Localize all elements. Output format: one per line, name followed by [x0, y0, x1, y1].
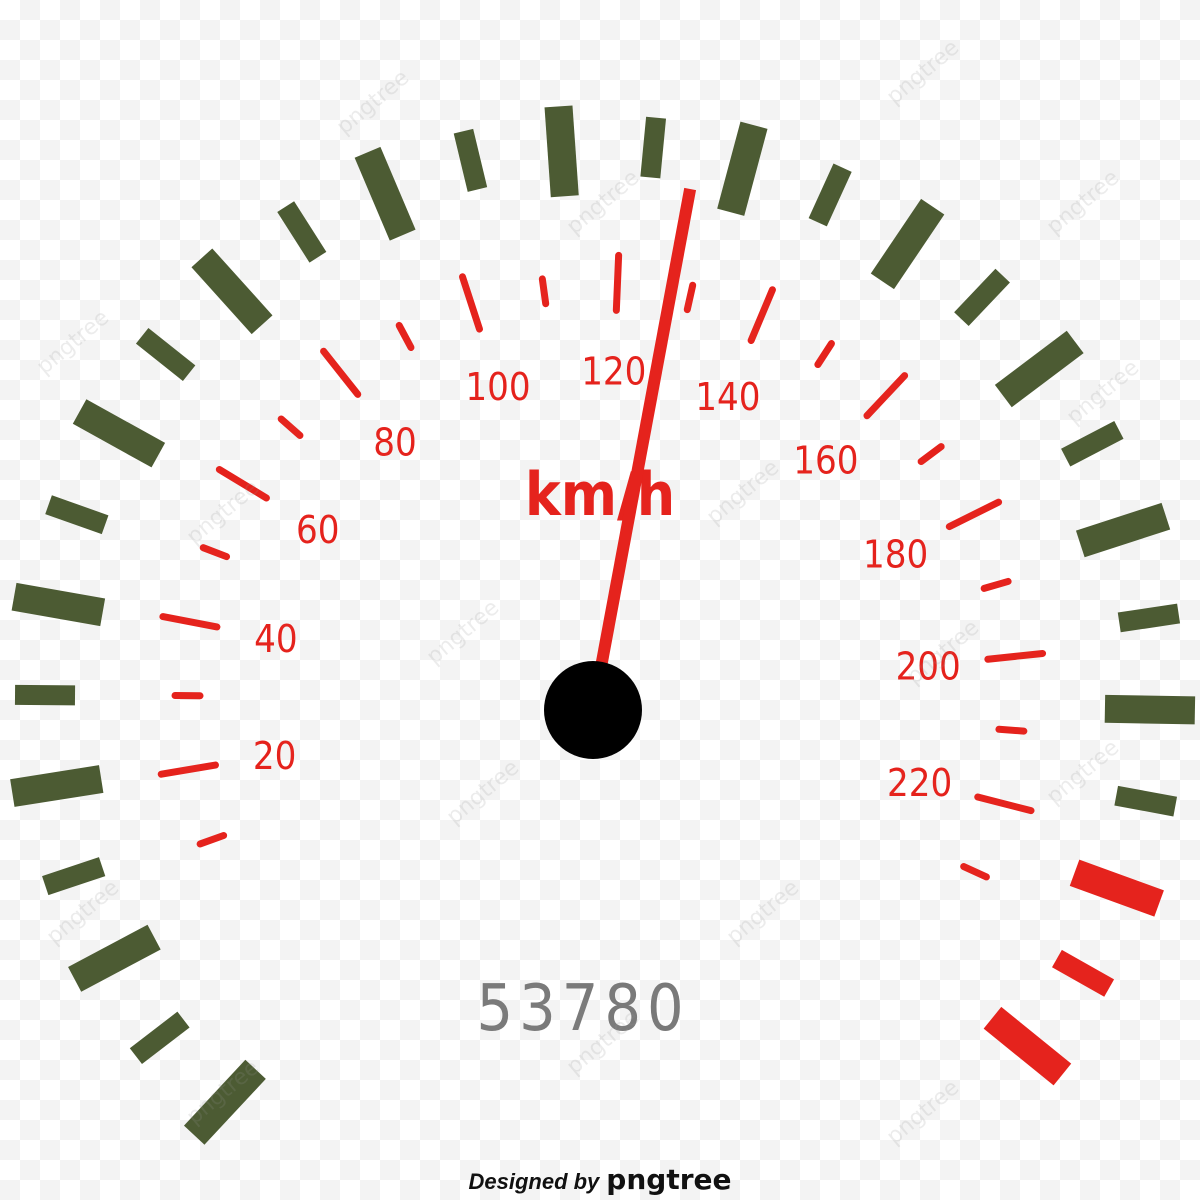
speed-label: 100 [465, 365, 530, 409]
scale-minor-tick [995, 725, 1028, 735]
designer-credit: Designed by pngtree [0, 1163, 1200, 1196]
scale-minor-tick [395, 321, 415, 351]
outer-tick [640, 116, 667, 179]
scale-minor-tick [980, 577, 1012, 592]
outer-tick [994, 330, 1084, 408]
scale-major-tick [747, 286, 776, 344]
outer-tick [1114, 785, 1178, 817]
scale-major-tick [320, 347, 362, 398]
outer-tick [45, 495, 109, 535]
outer-tick [14, 684, 76, 706]
scale-minor-tick [683, 281, 697, 314]
outer-tick [808, 163, 852, 227]
speed-label: 220 [887, 761, 952, 805]
scale-major-tick [984, 649, 1047, 663]
outer-tick [42, 857, 106, 896]
outer-tick [453, 128, 488, 192]
speed-label: 140 [695, 375, 760, 419]
outer-tick [68, 924, 161, 992]
outer-tick [11, 582, 106, 627]
odometer-readout: 53780 [476, 972, 689, 1046]
speed-label: 80 [373, 420, 417, 464]
outer-tick [277, 201, 327, 263]
outer-tick [10, 765, 104, 807]
scale-major-tick [458, 273, 483, 333]
outer-tick [129, 1011, 190, 1065]
scale-minor-tick [917, 443, 945, 466]
redline-tick [1052, 949, 1115, 997]
speed-label: 120 [581, 349, 646, 393]
outer-tick [870, 198, 945, 290]
speed-label: 40 [254, 617, 298, 661]
needle-hub [544, 661, 642, 759]
scale-minor-tick [196, 831, 228, 848]
outer-tick [72, 399, 166, 468]
scale-minor-tick [538, 275, 550, 308]
scale-major-tick [945, 498, 1003, 531]
unit-label: km/h [525, 460, 675, 530]
scale-major-tick [612, 251, 623, 314]
outer-tick [354, 146, 416, 241]
speed-label: 60 [296, 508, 340, 552]
speedometer-gauge: 20406080100 120140160180200220 km/h 53780 [10, 105, 1196, 1145]
scale-major-tick [974, 793, 1035, 815]
outer-tick [1075, 502, 1171, 558]
outer-tick [1061, 421, 1124, 467]
outer-tick [135, 328, 196, 382]
speed-label: 160 [793, 438, 858, 482]
scale-major-tick [157, 761, 219, 778]
scale-minor-tick [814, 340, 835, 369]
credit-prefix: Designed by [468, 1169, 600, 1194]
outer-tick [717, 121, 768, 216]
outer-tick [1104, 694, 1196, 725]
speed-needle [587, 187, 697, 712]
scale-minor-tick [277, 415, 304, 439]
speed-label: 180 [863, 532, 928, 576]
scale-major-tick [159, 613, 221, 631]
scale-minor-tick [199, 544, 231, 561]
redline-tick [983, 1006, 1072, 1086]
outer-tick [191, 248, 273, 335]
speed-label: 20 [253, 734, 297, 778]
outer-tick [544, 105, 579, 198]
redline-tick [1069, 859, 1164, 917]
scale-major-tick [863, 372, 909, 420]
outer-tick [954, 268, 1010, 327]
scale-minor-tick [960, 863, 990, 881]
outer-tick [1117, 603, 1181, 633]
credit-brand: pngtree [606, 1163, 732, 1196]
